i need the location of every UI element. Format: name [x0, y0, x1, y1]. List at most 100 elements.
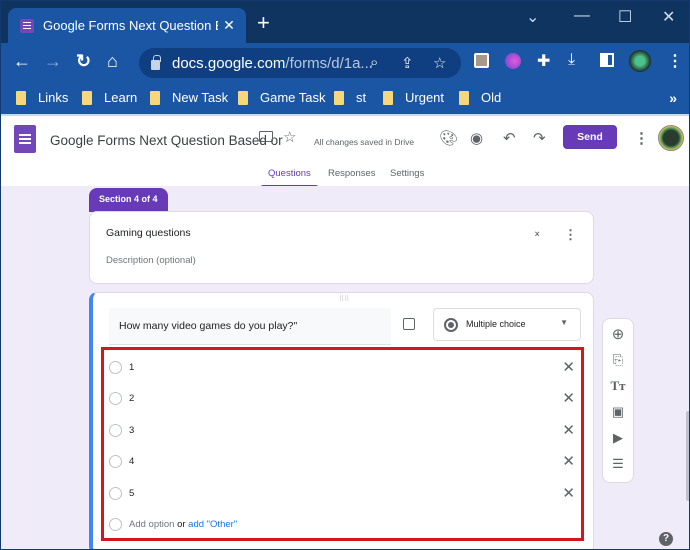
- add-question-icon[interactable]: ⊕: [603, 325, 633, 343]
- screenshot-extension-icon[interactable]: [474, 53, 489, 68]
- forms-header: Google Forms Next Question Based or ☆ Al…: [1, 114, 689, 188]
- home-button[interactable]: ⌂: [107, 51, 118, 72]
- save-status: All changes saved in Drive: [314, 137, 415, 147]
- floating-toolbar: ⊕ ⎘ Tт ▣ ▶︎ ☰: [602, 318, 634, 483]
- bookmark-new-task[interactable]: New Task: [150, 90, 228, 105]
- tab-responses[interactable]: Responses: [328, 168, 376, 179]
- form-title[interactable]: Google Forms Next Question Based or: [50, 133, 283, 148]
- import-questions-icon[interactable]: ⎘: [603, 352, 633, 368]
- question-type-dropdown[interactable]: Multiple choice ▼: [433, 308, 581, 341]
- account-avatar[interactable]: [658, 125, 684, 151]
- option-row[interactable]: 1 ✕: [109, 358, 581, 378]
- browser-tab[interactable]: Google Forms Next Question Based on Answ…: [8, 8, 246, 43]
- undo-icon[interactable]: ↶: [503, 129, 516, 147]
- move-to-folder-icon[interactable]: [259, 131, 273, 142]
- collapse-section-icon[interactable]: ⌄ ⌃: [533, 227, 541, 244]
- tab-close-icon[interactable]: ✕: [218, 17, 240, 34]
- form-editor: Section 4 of 4 Gaming questions Descript…: [1, 186, 689, 549]
- bookmark-urgent[interactable]: Urgent: [383, 90, 444, 105]
- add-image-icon[interactable]: [403, 318, 415, 330]
- remove-option-icon[interactable]: ✕: [562, 452, 575, 470]
- radio-circle-icon: [109, 487, 122, 500]
- redo-icon[interactable]: ↷: [533, 129, 546, 147]
- remove-option-icon[interactable]: ✕: [562, 389, 575, 407]
- bookmark-game-task[interactable]: Game Task: [238, 90, 326, 105]
- lock-icon: [151, 54, 161, 70]
- close-window-button[interactable]: ✕: [662, 7, 675, 27]
- radio-circle-icon: [109, 455, 122, 468]
- minimize-button[interactable]: —: [574, 7, 590, 25]
- share-icon[interactable]: ⇪: [401, 54, 414, 72]
- forward-button[interactable]: →: [44, 51, 62, 72]
- drag-handle-icon[interactable]: ⠿⠿: [339, 295, 349, 303]
- more-options-icon[interactable]: ⋮: [634, 129, 649, 147]
- section-description[interactable]: Description (optional): [106, 255, 196, 266]
- remove-option-icon[interactable]: ✕: [562, 421, 575, 439]
- tab-settings[interactable]: Settings: [390, 168, 424, 179]
- add-option-link[interactable]: Add option: [129, 519, 174, 530]
- back-button[interactable]: ←: [13, 51, 31, 72]
- dropdown-arrow-icon: ▼: [560, 318, 568, 327]
- folder-icon: [383, 90, 393, 105]
- section-title[interactable]: Gaming questions: [106, 227, 191, 239]
- section-badge: Section 4 of 4: [89, 188, 168, 212]
- radio-circle-icon: [109, 518, 122, 531]
- question-card[interactable]: ⠿⠿ How many video games do you play?" Mu…: [89, 292, 594, 549]
- add-section-icon[interactable]: ☰: [603, 456, 633, 472]
- help-icon[interactable]: ?: [659, 532, 673, 546]
- add-image-icon[interactable]: ▣: [603, 404, 633, 420]
- url-text: docs.google.com/forms/d/1a...: [172, 54, 373, 72]
- option-row[interactable]: 4 ✕: [109, 452, 581, 472]
- new-tab-button[interactable]: +: [257, 12, 270, 34]
- option-row[interactable]: 3 ✕: [109, 421, 581, 441]
- question-title-input[interactable]: How many video games do you play?": [109, 308, 391, 345]
- remove-option-icon[interactable]: ✕: [562, 484, 575, 502]
- address-bar[interactable]: docs.google.com/forms/d/1a... ⌕ ⇪ ☆: [139, 48, 461, 78]
- bookmarks-overflow-button[interactable]: »: [669, 90, 677, 106]
- star-icon[interactable]: ☆: [283, 128, 296, 146]
- folder-icon: [16, 90, 26, 105]
- browser-toolbar: ← → ↻ ⌂ docs.google.com/forms/d/1a... ⌕ …: [1, 43, 689, 81]
- reload-button[interactable]: ↻: [76, 51, 91, 72]
- options-highlight-box: 1 ✕ 2 ✕ 3 ✕ 4 ✕ 5 ✕ Add option or add "Other": [101, 347, 584, 541]
- bookmark-learn[interactable]: Learn: [82, 90, 137, 105]
- tab-questions[interactable]: Questions: [268, 168, 311, 179]
- section-header-card[interactable]: Gaming questions Description (optional) …: [89, 211, 594, 284]
- browser-window: Google Forms Next Question Based on Answ…: [0, 0, 690, 550]
- extensions-puzzle-icon[interactable]: ✚: [537, 51, 550, 71]
- folder-icon: [459, 90, 469, 105]
- profile-avatar-icon[interactable]: [629, 50, 651, 72]
- add-title-icon[interactable]: Tт: [603, 378, 633, 394]
- menu-icon[interactable]: ⋮: [667, 51, 683, 71]
- radio-circle-icon: [109, 392, 122, 405]
- forms-logo-icon[interactable]: [14, 125, 36, 153]
- title-bar: Google Forms Next Question Based on Answ…: [1, 1, 689, 43]
- bookmark-star-icon[interactable]: ☆: [433, 54, 446, 72]
- radio-circle-icon: [109, 424, 122, 437]
- forms-favicon-icon: [20, 18, 34, 33]
- customize-theme-icon[interactable]: 🎨︎: [439, 129, 458, 147]
- preview-eye-icon[interactable]: ◉: [470, 129, 483, 147]
- option-row[interactable]: 2 ✕: [109, 389, 581, 409]
- folder-icon: [82, 90, 92, 105]
- or-text: or: [177, 519, 186, 530]
- color-extension-icon[interactable]: [505, 53, 521, 69]
- send-button[interactable]: Send: [563, 125, 617, 149]
- option-row[interactable]: 5 ✕: [109, 484, 581, 504]
- remove-option-icon[interactable]: ✕: [562, 358, 575, 376]
- add-option-row: Add option or add "Other": [109, 515, 581, 535]
- tab-search-icon[interactable]: ⌄: [526, 7, 539, 27]
- add-other-link[interactable]: add "Other": [188, 519, 237, 530]
- scrollbar[interactable]: [686, 411, 689, 501]
- bookmark-st[interactable]: st: [334, 90, 366, 105]
- radio-type-icon: [444, 318, 458, 332]
- bookmark-links[interactable]: Links: [16, 90, 68, 105]
- download-icon[interactable]: ⤓: [568, 51, 575, 69]
- bookmark-old[interactable]: Old: [459, 90, 501, 105]
- maximize-button[interactable]: ☐: [618, 7, 632, 27]
- section-more-icon[interactable]: ⋮: [564, 227, 577, 243]
- add-video-icon[interactable]: ▶︎: [603, 430, 633, 446]
- side-panel-icon[interactable]: [600, 53, 614, 67]
- radio-circle-icon: [109, 361, 122, 374]
- zoom-icon[interactable]: ⌕: [370, 54, 378, 71]
